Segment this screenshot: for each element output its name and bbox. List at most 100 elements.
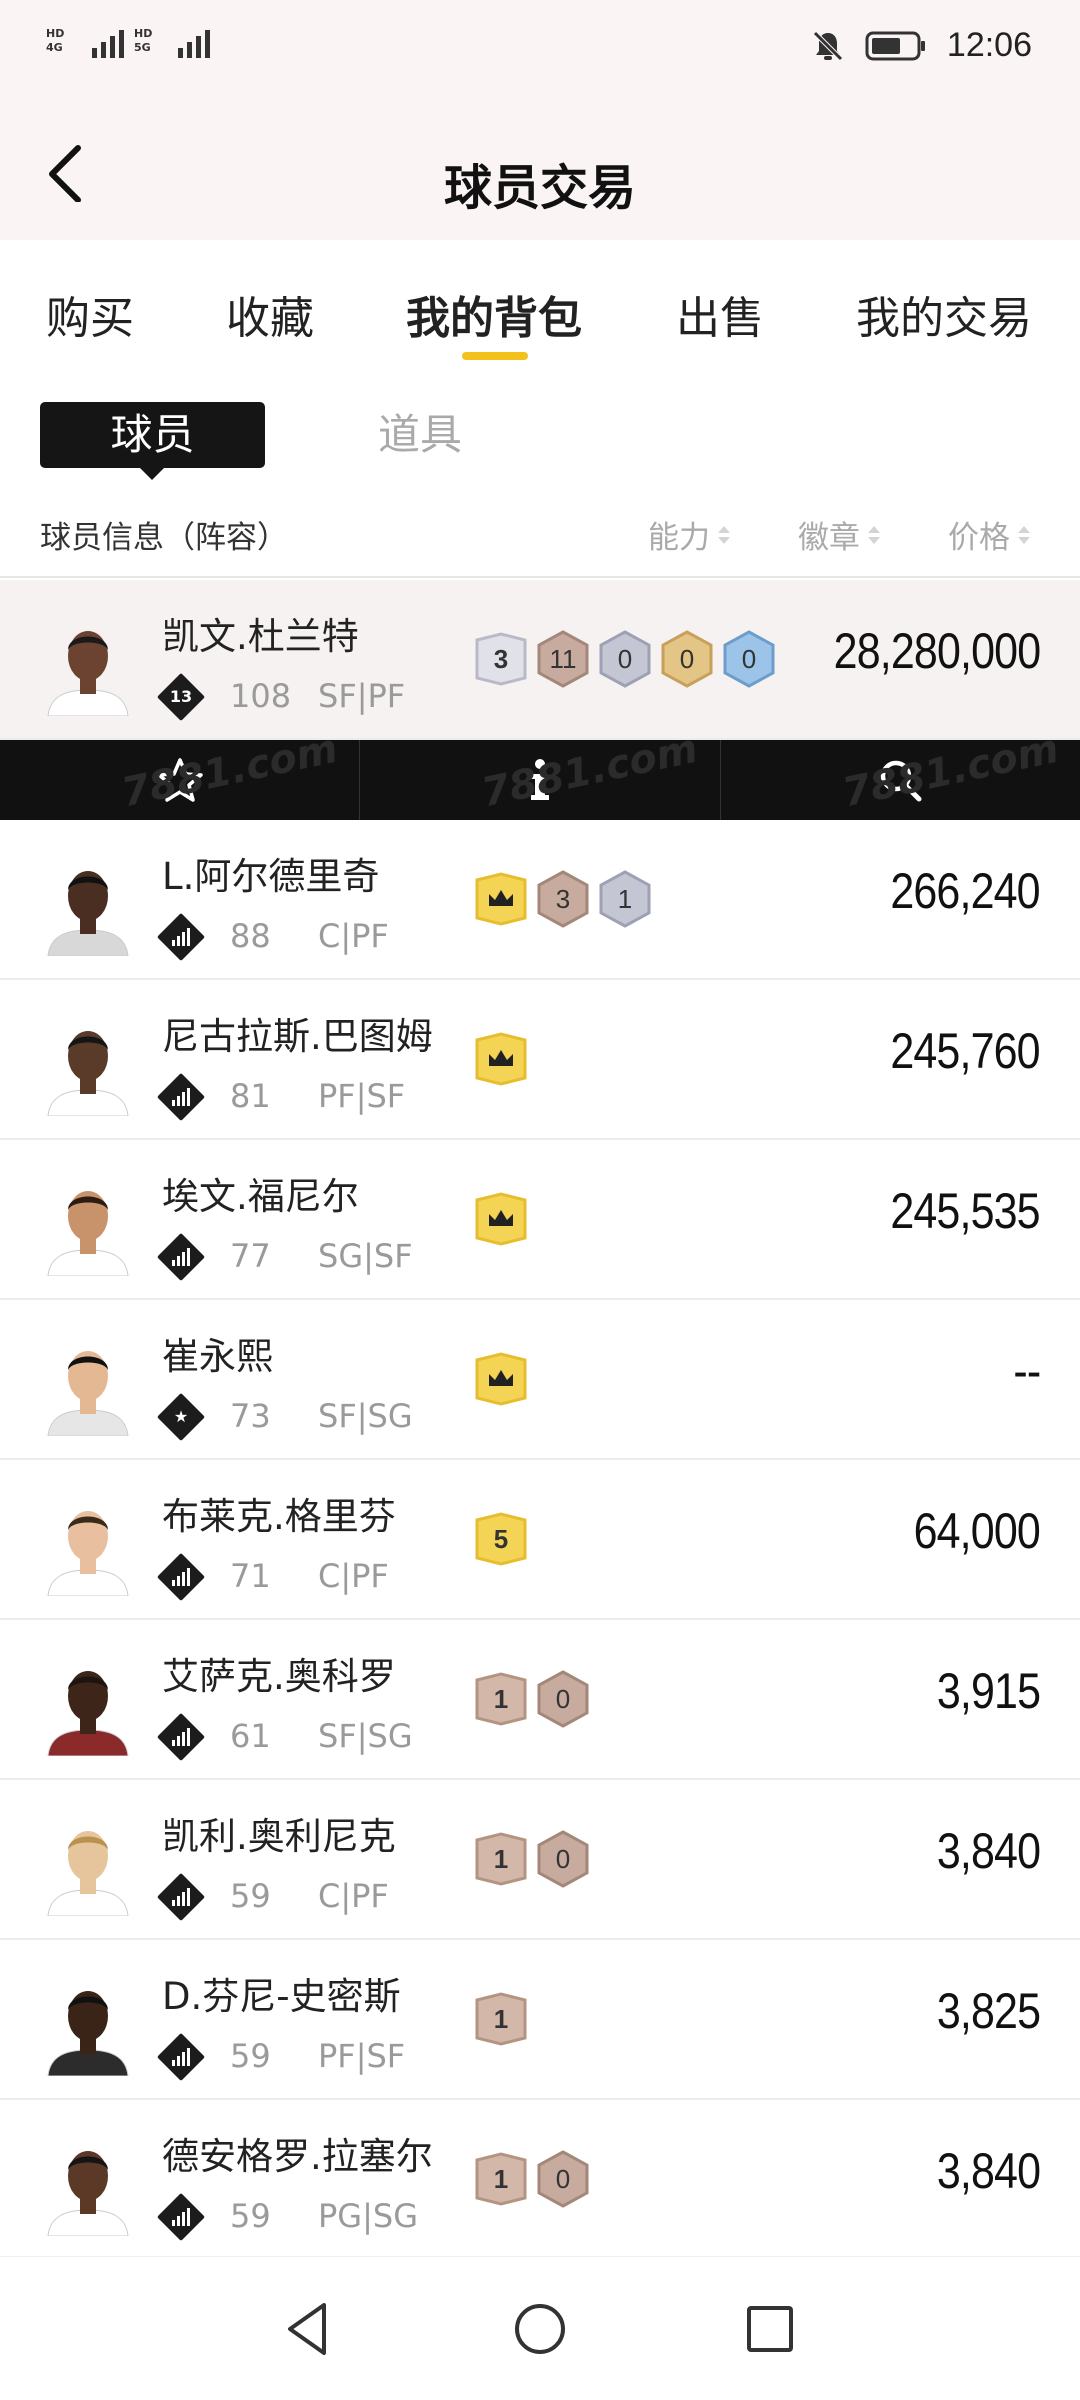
badge-count: 5 <box>493 1524 509 1554</box>
player-price: 64,000 <box>913 1503 1041 1559</box>
network-label-1: HD 4G <box>46 27 65 54</box>
tab-favorites[interactable]: 收藏 <box>226 282 314 346</box>
badge-icon: 1 <box>598 870 652 928</box>
watermark: 7881.com <box>838 740 1063 817</box>
tier-icon <box>156 1232 206 1282</box>
nav-home-button[interactable] <box>508 2297 572 2361</box>
player-position: SF|PF <box>318 677 406 715</box>
subtab-props[interactable]: 道具 <box>378 402 462 468</box>
player-position: SF|SG <box>318 1397 413 1435</box>
player-avatar <box>40 1176 136 1276</box>
info-button[interactable]: 7881.com <box>360 740 721 820</box>
badge-icon: 0 <box>598 630 652 688</box>
badge-count: 1 <box>493 1844 509 1874</box>
tab-my-trades[interactable]: 我的交易 <box>856 282 1032 346</box>
player-price: 3,825 <box>936 1983 1041 2039</box>
player-price: 245,535 <box>890 1183 1041 1239</box>
search-button[interactable]: 7881.com <box>721 740 1080 820</box>
sort-arrows-icon <box>868 525 880 544</box>
player-name: 埃文.福尼尔 <box>162 1175 359 1218</box>
col-player-info: 球员信息（阵容） <box>40 520 288 556</box>
badge-group: 1 <box>474 1990 528 2048</box>
player-avatar <box>40 1816 136 1916</box>
player-row[interactable]: 崔永熙 ★ 73 SF|SG -- <box>0 1300 1080 1460</box>
watermark: 7881.com <box>477 740 703 817</box>
player-rating: 81 <box>230 1077 271 1115</box>
nav-recents-button[interactable] <box>738 2297 802 2361</box>
player-price: 3,840 <box>936 2143 1041 2199</box>
player-row[interactable]: 埃文.福尼尔 77 SG|SF 245,535 <box>0 1140 1080 1300</box>
badge-icon: 3 <box>474 630 528 688</box>
subtab-players[interactable]: 球员 <box>40 402 265 480</box>
badge-icon: 0 <box>536 1670 590 1728</box>
player-position: C|PF <box>318 1877 389 1915</box>
player-avatar <box>40 1496 136 1596</box>
badge-count: 3 <box>493 644 509 674</box>
player-rating: 61 <box>230 1717 271 1755</box>
badge-group: 10 <box>474 1670 590 1728</box>
player-price: 28,280,000 <box>833 623 1040 679</box>
player-position: C|PF <box>318 917 389 955</box>
sort-price[interactable]: 价格 <box>948 512 1030 557</box>
player-name: 艾萨克.奥科罗 <box>162 1655 396 1698</box>
badge-icon: 1 <box>474 1830 528 1888</box>
player-position: C|PF <box>318 1557 389 1595</box>
back-triangle-icon <box>288 2303 326 2355</box>
favorite-button[interactable]: 7881.com <box>0 740 361 820</box>
player-row[interactable]: L.阿尔德里奇 88 C|PF 3 1 266,240 <box>0 820 1080 980</box>
main-tab-bar: 购买 收藏 我的背包 出售 我的交易 <box>0 240 1080 370</box>
player-rating: 59 <box>230 2197 271 2235</box>
badge-group <box>474 1030 528 1088</box>
player-avatar <box>40 616 136 716</box>
badge-group: 3 11 0 0 0 <box>474 630 776 688</box>
badge-icon: 5 <box>474 1510 528 1568</box>
player-row[interactable]: D.芬尼-史密斯 59 PF|SF 1 3,825 <box>0 1940 1080 2100</box>
badge-group: 10 <box>474 1830 590 1888</box>
player-rating: 59 <box>230 2037 271 2075</box>
badge-count: 0 <box>555 1844 571 1874</box>
battery-icon <box>865 31 925 60</box>
player-rating: 88 <box>230 917 271 955</box>
tier-icon <box>156 1872 206 1922</box>
badge-icon: 0 <box>660 630 714 688</box>
player-row[interactable]: 凯文.杜兰特 13 108 SF|PF 3 11 0 0 0 28,280,000 <box>0 580 1080 740</box>
player-row[interactable]: 艾萨克.奥科罗 61 SF|SG 1 0 3,915 <box>0 1620 1080 1780</box>
badge-count: 0 <box>617 644 633 674</box>
sort-badge[interactable]: 徽章 <box>798 512 880 557</box>
sort-ability[interactable]: 能力 <box>648 512 730 557</box>
sort-price-label: 价格 <box>948 520 1010 556</box>
player-row[interactable]: 凯利.奥利尼克 59 C|PF 1 0 3,840 <box>0 1780 1080 1940</box>
player-price: 3,915 <box>936 1663 1041 1719</box>
player-row[interactable]: 布莱克.格里芬 71 C|PF 5 64,000 <box>0 1460 1080 1620</box>
signal-icon-2 <box>178 24 210 58</box>
player-name: 凯文.杜兰特 <box>162 615 359 658</box>
player-rating: 77 <box>230 1237 271 1275</box>
tab-my-backpack[interactable]: 我的背包 <box>406 282 582 346</box>
player-position: SF|SG <box>318 1717 413 1755</box>
player-price: 3,840 <box>936 1823 1041 1879</box>
badge-count: 0 <box>555 1684 571 1714</box>
tab-buy[interactable]: 购买 <box>46 282 134 346</box>
sort-ability-label: 能力 <box>648 520 710 556</box>
player-rating: 71 <box>230 1557 271 1595</box>
badge-group <box>474 1350 528 1408</box>
player-name: 尼古拉斯.巴图姆 <box>162 1015 433 1058</box>
tab-sell[interactable]: 出售 <box>676 282 764 346</box>
badge-count: 0 <box>555 2164 571 2194</box>
nav-back-button[interactable] <box>276 2297 340 2361</box>
player-name: L.阿尔德里奇 <box>162 855 380 898</box>
page-header: 球员交易 <box>0 100 1080 240</box>
badge-icon: 3 <box>536 870 590 928</box>
badge-count: 1 <box>493 1684 509 1714</box>
clock: 12:06 <box>946 26 1032 64</box>
tier-icon <box>156 2032 206 2082</box>
player-name: 崔永熙 <box>162 1335 273 1378</box>
tier-icon <box>156 1072 206 1122</box>
player-row[interactable]: 尼古拉斯.巴图姆 81 PF|SF 245,760 <box>0 980 1080 1140</box>
badge-count: 0 <box>741 644 757 674</box>
player-name: 布莱克.格里芬 <box>162 1495 396 1538</box>
player-rating: 73 <box>230 1397 271 1435</box>
home-circle-icon <box>515 2304 565 2354</box>
player-row[interactable]: 德安格罗.拉塞尔 59 PG|SG 1 0 3,840 <box>0 2100 1080 2260</box>
badge-icon: 0 <box>536 2150 590 2208</box>
